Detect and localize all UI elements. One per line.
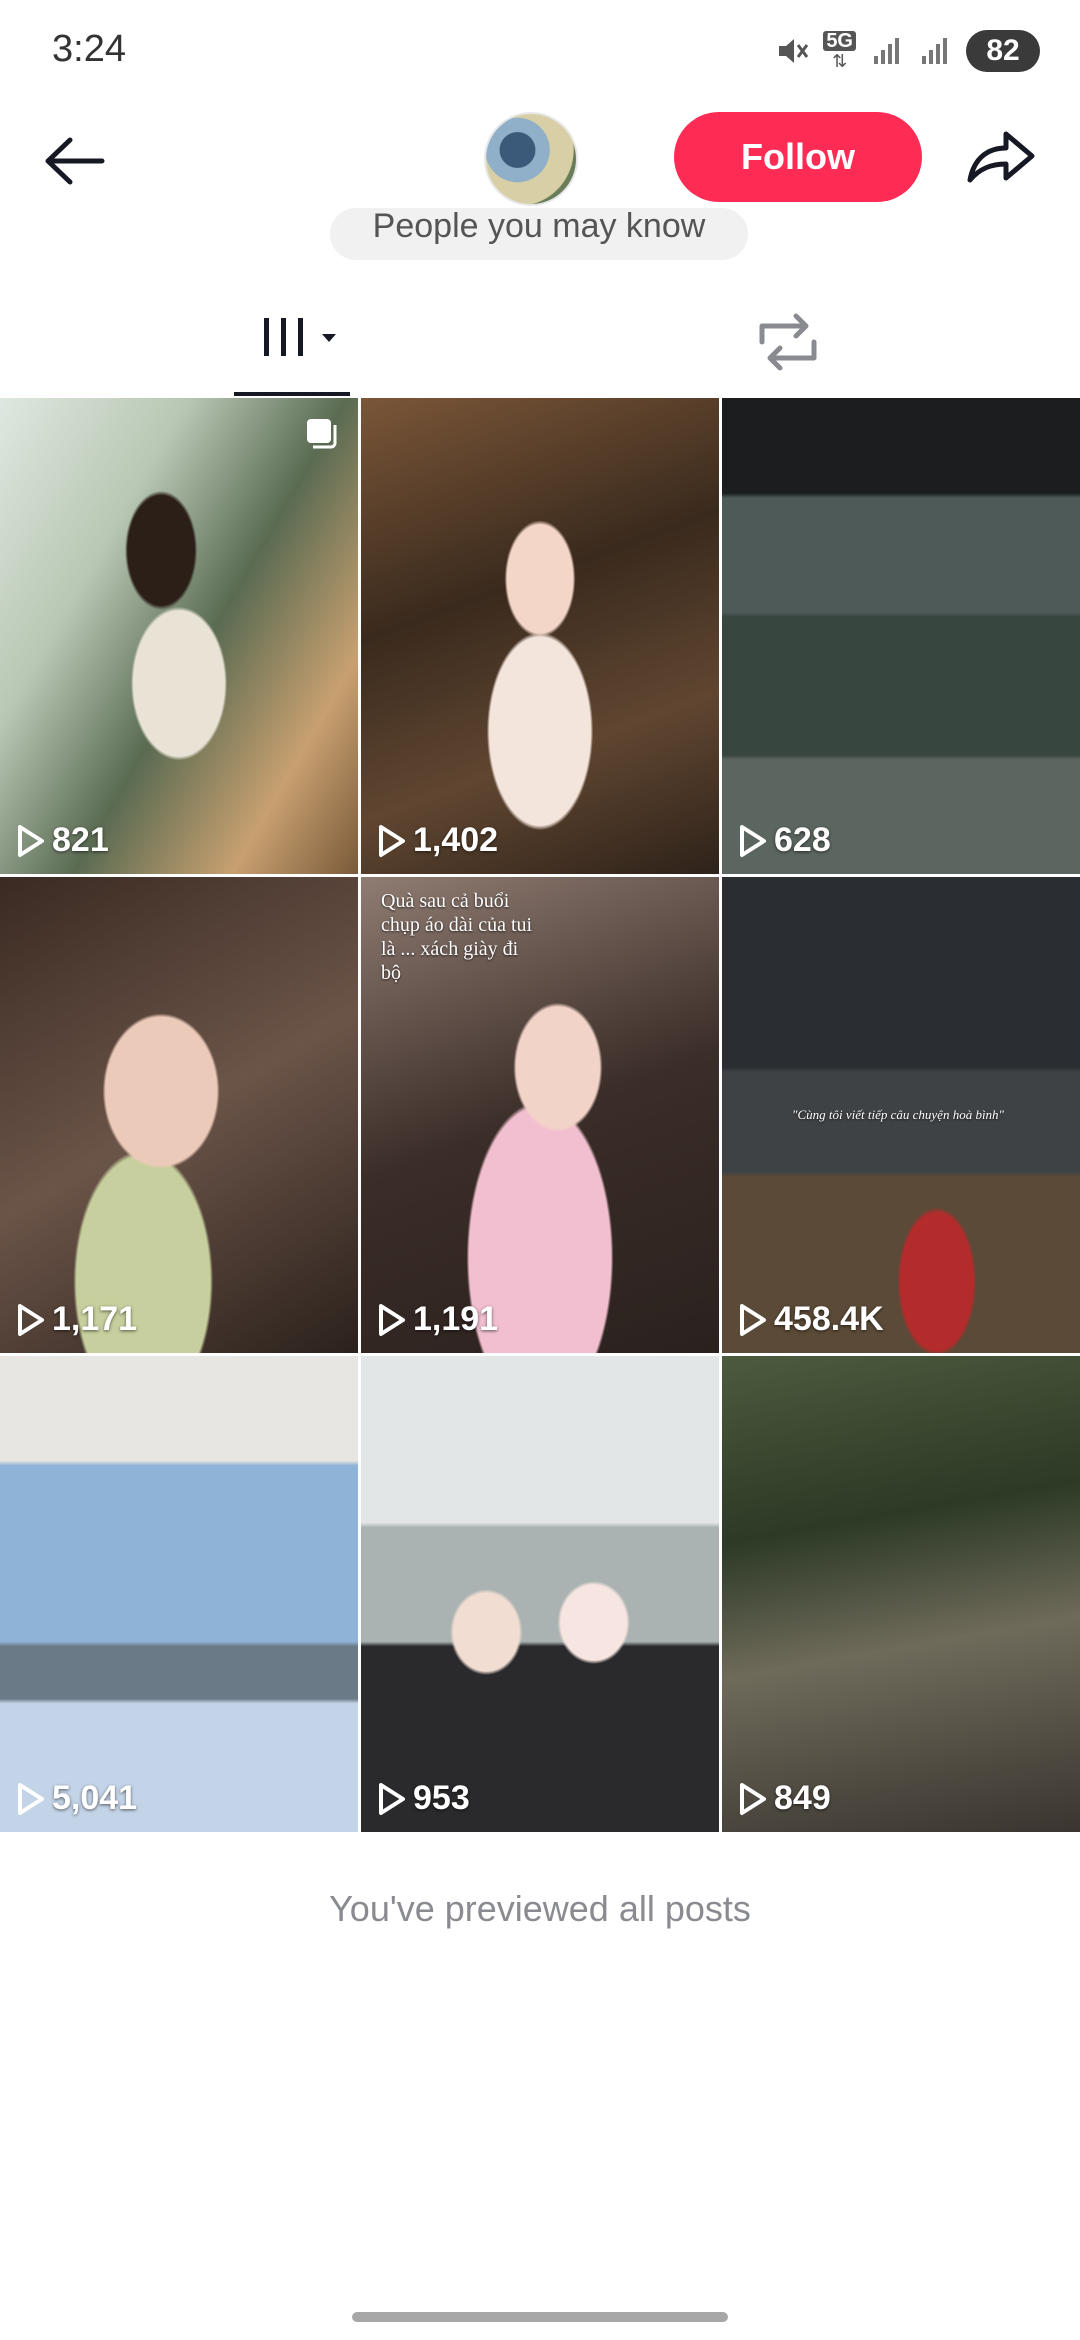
people-you-may-know-chip[interactable]: People you may know	[330, 208, 748, 260]
signal-icon-2	[922, 38, 947, 64]
view-count-label: 5,041	[52, 1779, 138, 1817]
multi-photo-icon	[307, 419, 337, 449]
video-tile[interactable]: 628	[722, 398, 1080, 874]
profile-header: Follow	[0, 100, 1080, 220]
network-label: 5G	[823, 31, 856, 51]
previewed-all-posts-text: You've previewed all posts	[329, 1888, 751, 1929]
tab-active-indicator	[234, 392, 350, 396]
share-icon[interactable]	[962, 122, 1040, 192]
view-count-label: 1,402	[413, 821, 499, 859]
view-count: 5,041	[16, 1779, 137, 1818]
avatar[interactable]	[484, 112, 578, 206]
back-arrow-icon[interactable]	[36, 126, 116, 196]
view-count: 1,171	[16, 1300, 137, 1339]
signal-icon-1	[874, 38, 899, 64]
videos-grid-icon	[264, 318, 336, 356]
view-count-label: 1,191	[413, 1300, 499, 1338]
video-tile[interactable]: 953	[361, 1356, 719, 1832]
data-arrows-icon: ⇅	[832, 51, 848, 71]
view-count: 458.4K	[738, 1300, 884, 1339]
play-icon	[740, 1303, 766, 1336]
view-count: 628	[738, 821, 831, 860]
view-count-label: 628	[774, 821, 831, 859]
play-icon	[379, 1303, 405, 1336]
video-tile[interactable]: Quà sau cả buổi chụp áo dài của tui là .…	[361, 877, 719, 1353]
view-count-label: 849	[774, 1779, 831, 1817]
video-caption-overlay: Quà sau cả buổi chụp áo dài của tui là .…	[381, 890, 533, 984]
battery-indicator: 82	[966, 30, 1040, 72]
video-tile[interactable]: 849	[722, 1356, 1080, 1832]
view-count: 1,402	[377, 821, 498, 860]
play-icon	[18, 824, 44, 857]
repost-icon[interactable]	[740, 302, 836, 382]
view-count: 821	[16, 821, 109, 860]
status-bar: 3:24 5G ⇅ 82	[0, 0, 1080, 100]
follow-button[interactable]: Follow	[674, 112, 922, 202]
view-count-label: 821	[52, 821, 109, 859]
view-count-label: 1,171	[52, 1300, 138, 1338]
home-indicator[interactable]	[352, 2312, 728, 2322]
video-tile[interactable]: 1,171	[0, 877, 358, 1353]
play-icon	[18, 1303, 44, 1336]
tab-videos[interactable]	[234, 290, 350, 396]
play-icon	[740, 1782, 766, 1815]
video-tile[interactable]: 5,041	[0, 1356, 358, 1832]
video-tile[interactable]: "Cùng tôi viết tiếp câu chuyện hoà bình"…	[722, 877, 1080, 1353]
status-icons: 5G ⇅ 82	[775, 26, 1040, 76]
video-tile[interactable]: 821	[0, 398, 358, 874]
mute-icon	[779, 39, 809, 63]
profile-tabs	[0, 290, 1080, 400]
video-tile[interactable]: 1,402	[361, 398, 719, 874]
view-count-label: 458.4K	[774, 1300, 884, 1338]
video-grid: 821 1,402 628 1,171 Quà sau cả buổi chụp…	[0, 398, 1080, 1832]
play-icon	[379, 1782, 405, 1815]
view-count: 1,191	[377, 1300, 498, 1339]
network-5g-icon: 5G ⇅	[823, 31, 856, 71]
play-icon	[18, 1782, 44, 1815]
status-time: 3:24	[52, 28, 126, 70]
play-icon	[740, 824, 766, 857]
video-caption-overlay: "Cùng tôi viết tiếp câu chuyện hoà bình"	[792, 1107, 1005, 1122]
view-count-label: 953	[413, 1779, 470, 1817]
view-count: 849	[738, 1779, 831, 1818]
view-count: 953	[377, 1779, 470, 1818]
play-icon	[379, 824, 405, 857]
